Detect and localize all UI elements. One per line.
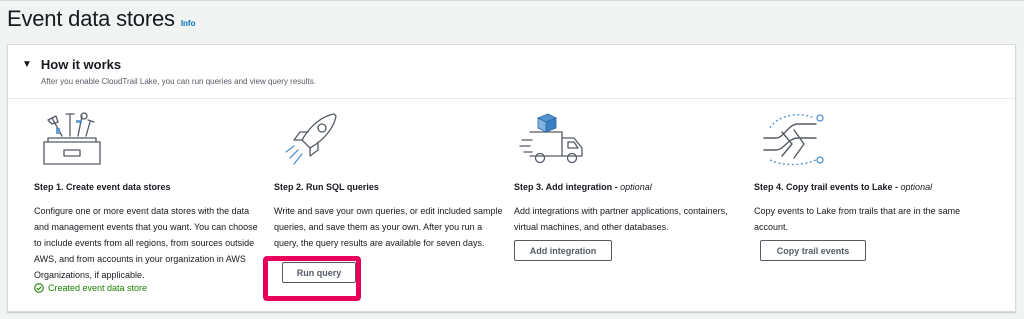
step-add-integration: Step 3. Add integration - optional Add i… <box>514 100 746 312</box>
how-it-works-panel: ▼ How it works After you enable CloudTra… <box>7 44 1016 312</box>
copy-trail-events-button[interactable]: Copy trail events <box>760 240 866 261</box>
step-create-event-data-stores: Step 1. Create event data stores Configu… <box>34 100 266 312</box>
step-description: Configure one or more event data stores … <box>34 206 258 280</box>
delivery-truck-icon <box>519 113 583 164</box>
step-title: Step 2. Run SQL queries <box>274 182 379 192</box>
caret-down-icon[interactable]: ▼ <box>22 59 32 70</box>
add-integration-button[interactable]: Add integration <box>514 240 612 261</box>
top-divider <box>0 0 1024 1</box>
page-header: Event data stores Info <box>7 6 195 32</box>
step-copy-trail-events: Step 4. Copy trail events to Lake - opti… <box>754 100 986 312</box>
highlight-box <box>263 256 361 301</box>
info-link[interactable]: Info <box>181 19 196 28</box>
merge-arrows-icon <box>763 114 824 166</box>
step-description: Copy events to Lake from trails that are… <box>754 206 961 232</box>
step-description: Add integrations with partner applicatio… <box>514 206 728 232</box>
step-title: Step 3. Add integration - optional <box>514 182 652 192</box>
toolbox-icon <box>43 112 101 165</box>
rocket-icon <box>285 113 337 165</box>
step-title: Step 4. Copy trail events to Lake - opti… <box>754 182 933 192</box>
check-circle-icon <box>34 283 44 293</box>
steps-row: Step 1. Create event data stores Configu… <box>8 100 1015 312</box>
panel-title: How it works <box>40 57 122 72</box>
page-title: Event data stores <box>7 6 175 31</box>
status-created: Created event data store <box>34 283 147 293</box>
step-description: Write and save your own queries, or edit… <box>274 206 503 248</box>
step-title: Step 1. Create event data stores <box>34 182 171 192</box>
panel-description: After you enable CloudTrail Lake, you ca… <box>41 77 316 86</box>
status-text: Created event data store <box>48 283 148 293</box>
panel-header[interactable]: ▼ How it works After you enable CloudTra… <box>8 45 1015 99</box>
